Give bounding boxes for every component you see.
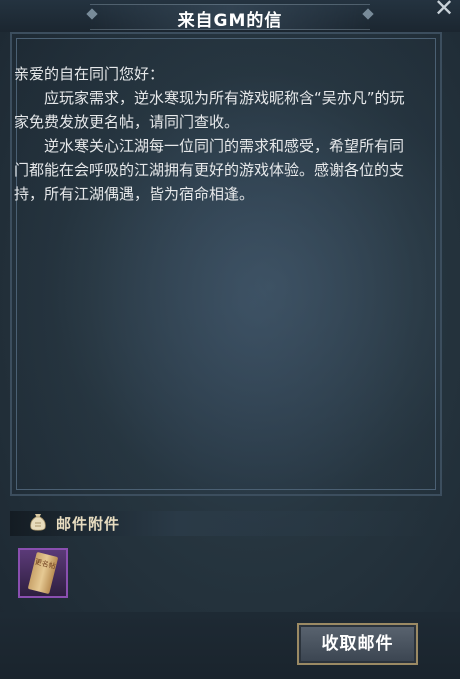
window-title: 来自GM的信	[177, 11, 283, 31]
letter-paragraph: 应玩家需求，逆水寒现为所有游戏昵称含“吴亦凡”的玩家免费发放更名帖，请同门查收。	[14, 89, 405, 131]
attachments-label: 邮件附件	[56, 515, 121, 533]
money-bag-icon	[30, 514, 46, 531]
letter-paragraph: 逆水寒关心江湖每一位同门的需求和感受，希望所有同门都能在会呼吸的江湖拥有更好的游…	[14, 137, 405, 203]
letter-greeting: 亲爱的自在同门您好：	[14, 65, 165, 83]
collect-mail-button[interactable]: 收取邮件	[297, 623, 418, 665]
letter-body: 亲爱的自在同门您好： 应玩家需求，逆水寒现为所有游戏昵称含“吴亦凡”的玩家免费发…	[14, 62, 414, 206]
close-icon[interactable]: ✕	[430, 0, 458, 22]
rename-scroll-icon: 更名帖	[27, 551, 59, 595]
title-bar: 来自GM的信	[0, 0, 460, 32]
attachment-item-slot[interactable]: 更名帖	[18, 548, 68, 598]
mail-window: 来自GM的信 ✕ 亲爱的自在同门您好： 应玩家需求，逆水寒现为所有游戏昵称含“吴…	[0, 0, 460, 679]
